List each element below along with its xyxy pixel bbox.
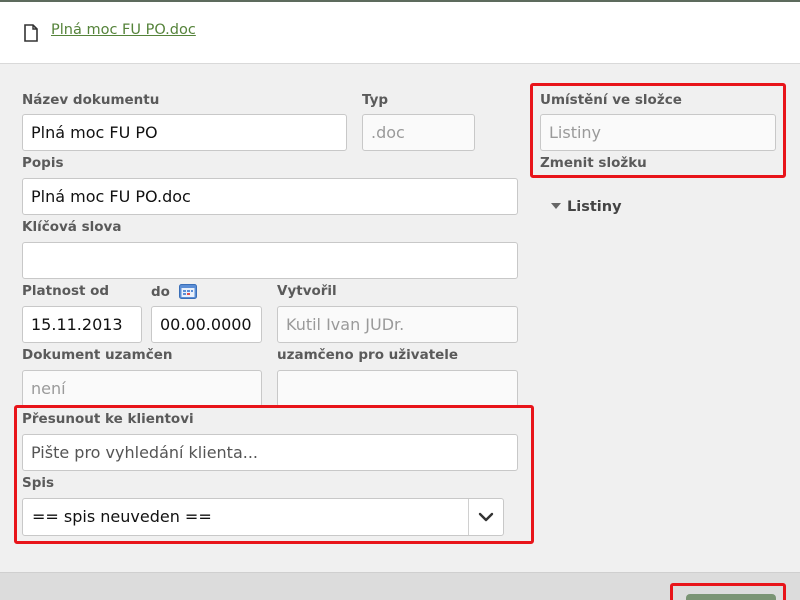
description-label: Popis: [22, 155, 64, 171]
keywords-label: Klíčová slova: [22, 219, 122, 235]
document-header: Plná moc FU PO.doc: [0, 2, 800, 64]
created-by-label: Vytvořil: [277, 283, 337, 299]
locked-for-label: uzamčeno pro uživatele: [277, 347, 459, 363]
name-field[interactable]: Plná moc FU PO: [22, 114, 347, 151]
name-label: Název dokumentu: [22, 92, 160, 108]
valid-to-field[interactable]: 00.00.0000: [151, 306, 262, 343]
type-field: .doc: [362, 114, 475, 151]
folder-tree-label: Listiny: [567, 199, 622, 215]
calendar-icon[interactable]: [178, 283, 197, 299]
created-by-field: Kutil Ivan JUDr.: [277, 306, 518, 343]
locked-for-field: [277, 370, 518, 407]
document-icon: [24, 24, 38, 42]
caret-down-icon: [551, 203, 561, 209]
client-highlight: [14, 405, 534, 544]
locked-label: Dokument uzamčen: [22, 347, 173, 363]
keywords-field[interactable]: [22, 242, 518, 279]
type-label: Typ: [362, 92, 389, 108]
valid-from-field[interactable]: 15.11.2013: [22, 306, 142, 343]
valid-to-label: do: [151, 284, 170, 300]
valid-from-label: Platnost od: [22, 283, 110, 299]
folder-tree-item[interactable]: Listiny: [551, 199, 622, 215]
locked-field: není: [22, 370, 262, 407]
save-highlight: [670, 583, 786, 600]
valid-to-label-wrap: do: [151, 283, 197, 300]
document-link[interactable]: Plná moc FU PO.doc: [51, 22, 196, 38]
folder-highlight: [530, 83, 786, 178]
description-field[interactable]: Plná moc FU PO.doc: [22, 178, 518, 215]
